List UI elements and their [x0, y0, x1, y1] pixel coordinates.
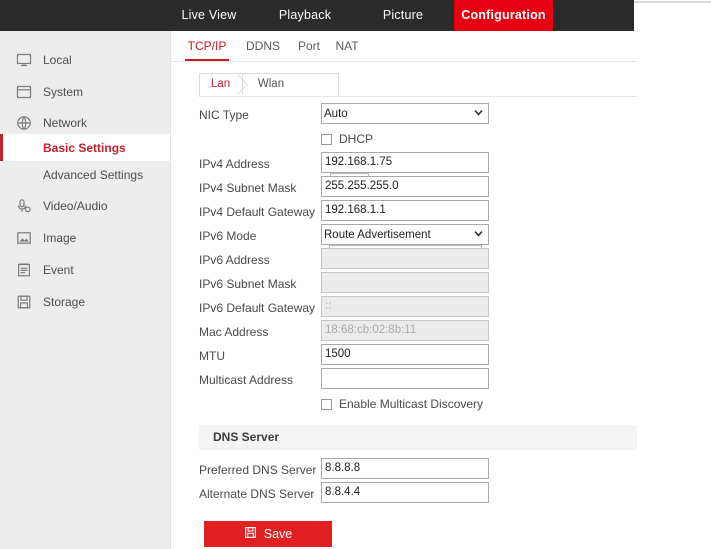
- nav-item-playback[interactable]: Playback: [263, 0, 347, 31]
- sidebar-item-basic-settings[interactable]: Basic Settings: [0, 134, 170, 161]
- ipv6-address-input: [321, 248, 489, 269]
- sub-tab-underline: [199, 96, 637, 97]
- ipv4-address-input[interactable]: [321, 152, 489, 173]
- ipv4-default-gateway-input[interactable]: [321, 200, 489, 221]
- mtu-input[interactable]: [321, 344, 489, 365]
- sidebar-item-storage[interactable]: Storage: [0, 289, 170, 315]
- configuration-page: Live View Playback Picture Configuration…: [0, 0, 711, 549]
- sidebar-label-image: Image: [43, 231, 77, 245]
- picture-icon: [15, 229, 33, 247]
- tab-tcpip[interactable]: TCP/IP: [183, 37, 231, 61]
- label-enable-multicast-discovery[interactable]: Enable Multicast Discovery: [339, 397, 483, 411]
- sidebar-item-video-audio[interactable]: Video/Audio: [0, 193, 170, 219]
- enable-multicast-discovery-checkbox[interactable]: [321, 398, 332, 410]
- control-ipv6-subnet-mask: [321, 272, 489, 293]
- label-mac-address: Mac Address: [199, 325, 269, 339]
- save-button[interactable]: Save: [204, 521, 332, 547]
- control-multicast-address: [321, 368, 489, 389]
- monitor-icon: [15, 51, 33, 69]
- sidebar-label-system: System: [43, 85, 84, 99]
- floppy-icon: [15, 293, 33, 311]
- sidebar: Local System Network Basic Settings Adva…: [0, 31, 171, 549]
- label-multicast-address: Multicast Address: [199, 373, 294, 387]
- label-dhcp[interactable]: DHCP: [339, 132, 373, 146]
- control-preferred-dns: [321, 458, 489, 479]
- label-mtu: MTU: [199, 349, 225, 363]
- globe-icon: [15, 114, 33, 132]
- control-ipv6-default-gateway: [321, 296, 489, 317]
- alternate-dns-input[interactable]: [321, 482, 489, 503]
- row-dhcp: DHCP: [321, 129, 373, 149]
- top-navigation-bar: Live View Playback Picture Configuration: [0, 0, 711, 31]
- nav-item-live-view[interactable]: Live View: [167, 0, 251, 31]
- ipv6-subnet-mask-input: [321, 272, 489, 293]
- ipv6-default-gateway-input: [321, 296, 489, 317]
- control-ipv6-address: [321, 248, 489, 269]
- control-ipv4-default-gateway: [321, 200, 489, 221]
- mic-settings-icon: [15, 197, 33, 215]
- sidebar-item-advanced-settings[interactable]: Advanced Settings: [0, 161, 170, 188]
- multicast-address-input[interactable]: [321, 368, 489, 389]
- label-ipv6-address: IPv6 Address: [199, 253, 270, 267]
- sidebar-label-advanced-settings: Advanced Settings: [43, 167, 144, 182]
- label-ipv6-default-gateway: IPv6 Default Gateway: [199, 301, 316, 315]
- label-ipv4-subnet-mask: IPv4 Subnet Mask: [199, 181, 297, 195]
- control-alternate-dns: [321, 482, 489, 503]
- save-button-label: Save: [263, 527, 293, 541]
- label-preferred-dns: Preferred DNS Server: [199, 463, 317, 477]
- sub-tab-wlan[interactable]: Wlan: [247, 73, 295, 95]
- dns-server-title: DNS Server: [213, 430, 280, 444]
- sub-tab-group: Lan Wlan: [199, 73, 339, 97]
- ipv4-subnet-mask-input[interactable]: [321, 176, 489, 197]
- clipboard-icon: [15, 261, 33, 279]
- mac-address-input: [321, 320, 489, 341]
- label-ipv6-mode: IPv6 Mode: [199, 229, 257, 243]
- nav-item-configuration[interactable]: Configuration: [454, 0, 553, 31]
- sidebar-item-network[interactable]: Network: [0, 110, 170, 136]
- nav-item-picture[interactable]: Picture: [361, 0, 445, 31]
- sidebar-label-basic-settings: Basic Settings: [43, 140, 126, 155]
- label-ipv6-subnet-mask: IPv6 Subnet Mask: [199, 277, 297, 291]
- nic-type-select[interactable]: Auto: [321, 103, 489, 124]
- control-mac-address: [321, 320, 489, 341]
- control-nic-type: Auto: [321, 103, 489, 124]
- row-enable-multicast-discovery: Enable Multicast Discovery: [321, 394, 483, 414]
- sidebar-item-local[interactable]: Local: [0, 47, 170, 73]
- content-panel: TCP/IP DDNS Port NAT Lan Wlan NIC Type A…: [171, 31, 711, 549]
- floppy-save-icon: [244, 526, 257, 542]
- label-ipv4-default-gateway: IPv4 Default Gateway: [199, 205, 316, 219]
- top-nav-right-filler: [634, 0, 711, 31]
- sidebar-item-system[interactable]: System: [0, 79, 170, 105]
- preferred-dns-input[interactable]: [321, 458, 489, 479]
- dns-server-section-header: DNS Server: [199, 425, 637, 450]
- tab-bar: TCP/IP DDNS Port NAT: [171, 31, 711, 62]
- control-mtu: [321, 344, 489, 365]
- sidebar-label-storage: Storage: [43, 295, 86, 309]
- control-ipv4-subnet-mask: [321, 176, 489, 197]
- label-nic-type: NIC Type: [199, 108, 249, 122]
- tab-bar-divider: [171, 61, 637, 62]
- sidebar-item-image[interactable]: Image: [0, 225, 170, 251]
- dhcp-checkbox[interactable]: [321, 133, 332, 145]
- sidebar-label-video-audio: Video/Audio: [43, 199, 108, 213]
- label-alternate-dns: Alternate DNS Server: [199, 487, 315, 501]
- tab-nat[interactable]: NAT: [331, 37, 363, 61]
- sidebar-label-network: Network: [43, 116, 88, 130]
- label-ipv4-address: IPv4 Address: [199, 157, 270, 171]
- window-icon: [15, 83, 33, 101]
- ipv6-mode-select[interactable]: Route Advertisement: [321, 224, 489, 245]
- tab-port[interactable]: Port: [293, 37, 325, 61]
- sidebar-item-event[interactable]: Event: [0, 257, 170, 283]
- sidebar-label-event: Event: [43, 263, 74, 277]
- sidebar-label-local: Local: [43, 53, 72, 67]
- tab-ddns[interactable]: DDNS: [241, 37, 285, 61]
